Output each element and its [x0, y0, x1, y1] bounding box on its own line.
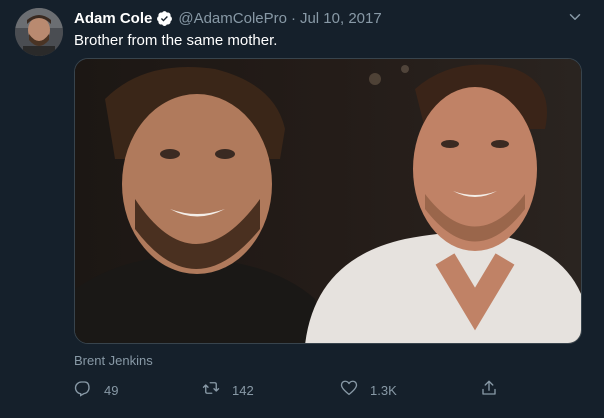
- verified-badge-icon: [156, 10, 173, 27]
- tweet-date[interactable]: Jul 10, 2017: [300, 10, 382, 27]
- avatar[interactable]: [15, 8, 63, 56]
- retweet-button[interactable]: 142: [202, 380, 254, 400]
- chevron-down-icon[interactable]: [566, 8, 584, 26]
- tweet-text: Brother from the same mother.: [74, 32, 278, 49]
- retweet-count: 142: [232, 382, 254, 398]
- like-count: 1.3K: [370, 382, 397, 398]
- retweet-icon: [202, 379, 220, 402]
- share-button[interactable]: [480, 380, 498, 400]
- separator: ·: [290, 9, 296, 27]
- tweet[interactable]: Adam Cole @AdamColePro · Jul 10, 2017 Br…: [0, 0, 604, 418]
- reply-icon: [74, 379, 92, 402]
- tweet-header: Adam Cole @AdamColePro · Jul 10, 2017: [74, 8, 382, 28]
- share-icon: [480, 379, 498, 402]
- reply-button[interactable]: 49: [74, 380, 118, 400]
- tweet-photo[interactable]: [74, 58, 582, 344]
- like-button[interactable]: 1.3K: [340, 380, 397, 400]
- like-icon: [340, 379, 358, 402]
- handle[interactable]: @AdamColePro: [178, 10, 287, 27]
- display-name[interactable]: Adam Cole: [74, 10, 152, 27]
- media-tag[interactable]: Brent Jenkins: [74, 353, 153, 368]
- reply-count: 49: [104, 382, 119, 398]
